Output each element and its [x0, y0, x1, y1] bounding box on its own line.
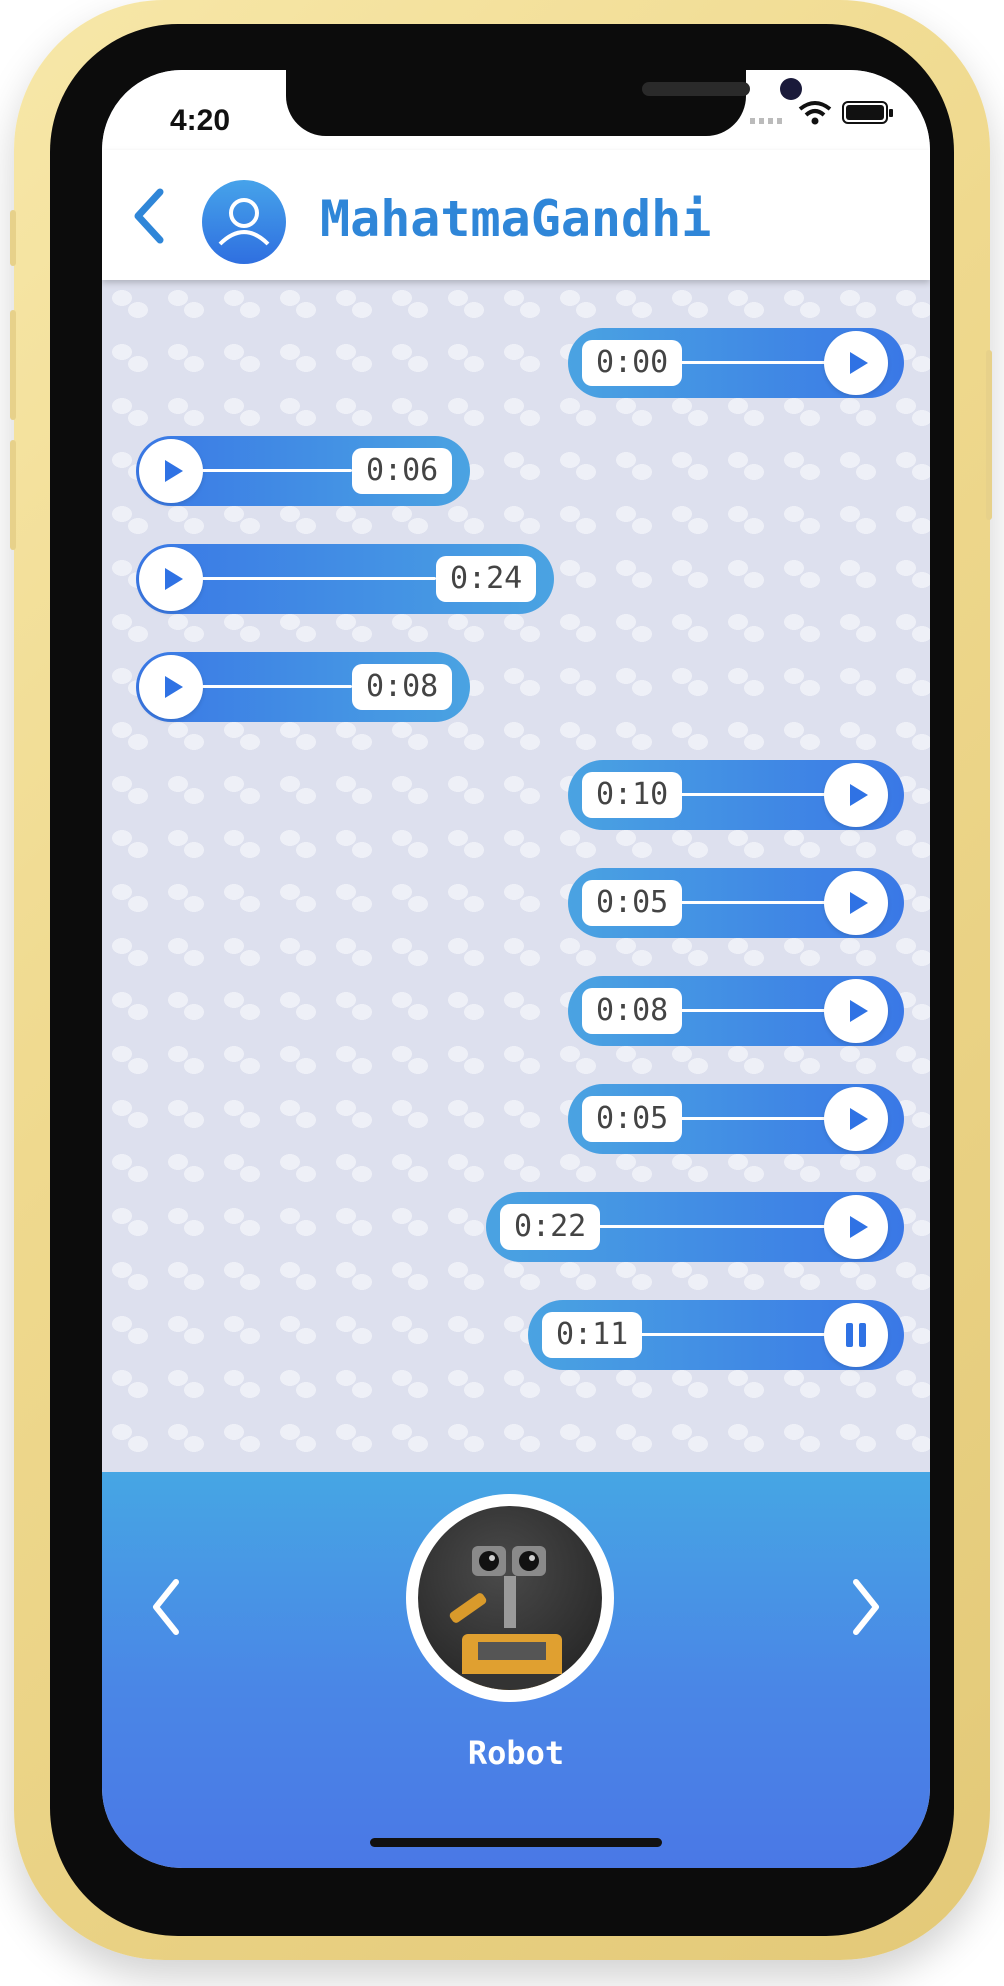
voice-message: 0:22 [486, 1192, 904, 1262]
progress-track [202, 685, 352, 688]
wifi-icon [798, 101, 832, 125]
message-duration: 0:06 [352, 448, 453, 494]
status-time: 4:20 [170, 104, 231, 137]
mute-switch [10, 210, 16, 266]
play-button[interactable] [824, 763, 888, 827]
play-button[interactable] [824, 331, 888, 395]
message-duration: 0:05 [582, 1096, 683, 1142]
home-indicator[interactable] [370, 1838, 662, 1847]
progress-track [638, 1333, 830, 1336]
front-camera [780, 78, 802, 100]
progress-track [678, 901, 830, 904]
play-button[interactable] [139, 547, 203, 611]
back-chevron-icon[interactable] [126, 186, 172, 246]
speaker-grille [642, 82, 750, 96]
message-duration: 0:05 [582, 880, 683, 926]
phone-bezel: 4:20 MahatmaGandhi 0:00 0:06 0:24 0:08 0… [50, 24, 954, 1936]
message-duration: 0:08 [352, 664, 453, 710]
contact-name: MahatmaGandhi [320, 190, 712, 248]
voice-message: 0:10 [568, 760, 904, 830]
play-button[interactable] [824, 979, 888, 1043]
voice-name: Robot [467, 1734, 565, 1772]
voice-avatar[interactable] [406, 1494, 614, 1702]
play-button[interactable] [824, 1087, 888, 1151]
contact-avatar[interactable] [202, 180, 286, 264]
progress-track [202, 469, 352, 472]
play-icon [850, 892, 868, 914]
play-button[interactable] [824, 871, 888, 935]
message-duration: 0:22 [500, 1204, 601, 1250]
play-icon [165, 568, 183, 590]
message-duration: 0:10 [582, 772, 683, 818]
play-icon [850, 1216, 868, 1238]
battery-icon [842, 101, 893, 124]
play-button[interactable] [139, 439, 203, 503]
pause-button[interactable] [824, 1303, 888, 1367]
power-button [986, 350, 992, 520]
progress-track [596, 1225, 830, 1228]
notch [286, 70, 802, 136]
signal-icon [750, 118, 782, 124]
progress-track [678, 1117, 830, 1120]
voice-message: 0:24 [136, 544, 554, 614]
progress-track [678, 361, 830, 364]
previous-voice-chevron-icon[interactable] [146, 1576, 186, 1638]
progress-track [202, 577, 436, 580]
next-voice-chevron-icon[interactable] [846, 1576, 886, 1638]
play-icon [165, 460, 183, 482]
message-duration: 0:00 [582, 340, 683, 386]
robot-illustration [449, 1546, 568, 1690]
voice-message: 0:08 [568, 976, 904, 1046]
play-icon [850, 352, 868, 374]
voice-message: 0:11 [528, 1300, 904, 1370]
phone-screen: 4:20 MahatmaGandhi 0:00 0:06 0:24 0:08 0… [102, 70, 930, 1868]
voice-message: 0:06 [136, 436, 470, 506]
progress-track [678, 1009, 830, 1012]
message-duration: 0:24 [436, 556, 537, 602]
message-duration: 0:08 [582, 988, 683, 1034]
voice-message: 0:08 [136, 652, 470, 722]
play-icon [850, 1108, 868, 1130]
play-icon [850, 1000, 868, 1022]
user-icon [218, 198, 270, 246]
message-duration: 0:11 [542, 1312, 643, 1358]
robot-image [418, 1506, 602, 1690]
chat-header: MahatmaGandhi [102, 150, 930, 280]
play-button[interactable] [824, 1195, 888, 1259]
volume-down-button [10, 440, 16, 550]
voice-selector-panel: Robot [102, 1472, 930, 1868]
voice-message: 0:05 [568, 1084, 904, 1154]
voice-message: 0:05 [568, 868, 904, 938]
voice-message: 0:00 [568, 328, 904, 398]
play-button[interactable] [139, 655, 203, 719]
volume-up-button [10, 310, 16, 420]
play-icon [850, 784, 868, 806]
phone-frame: 4:20 MahatmaGandhi 0:00 0:06 0:24 0:08 0… [10, 0, 992, 1960]
play-icon [165, 676, 183, 698]
progress-track [678, 793, 830, 796]
chat-area[interactable]: 0:00 0:06 0:24 0:08 0:10 0:05 0:08 0:05 … [102, 280, 930, 1472]
